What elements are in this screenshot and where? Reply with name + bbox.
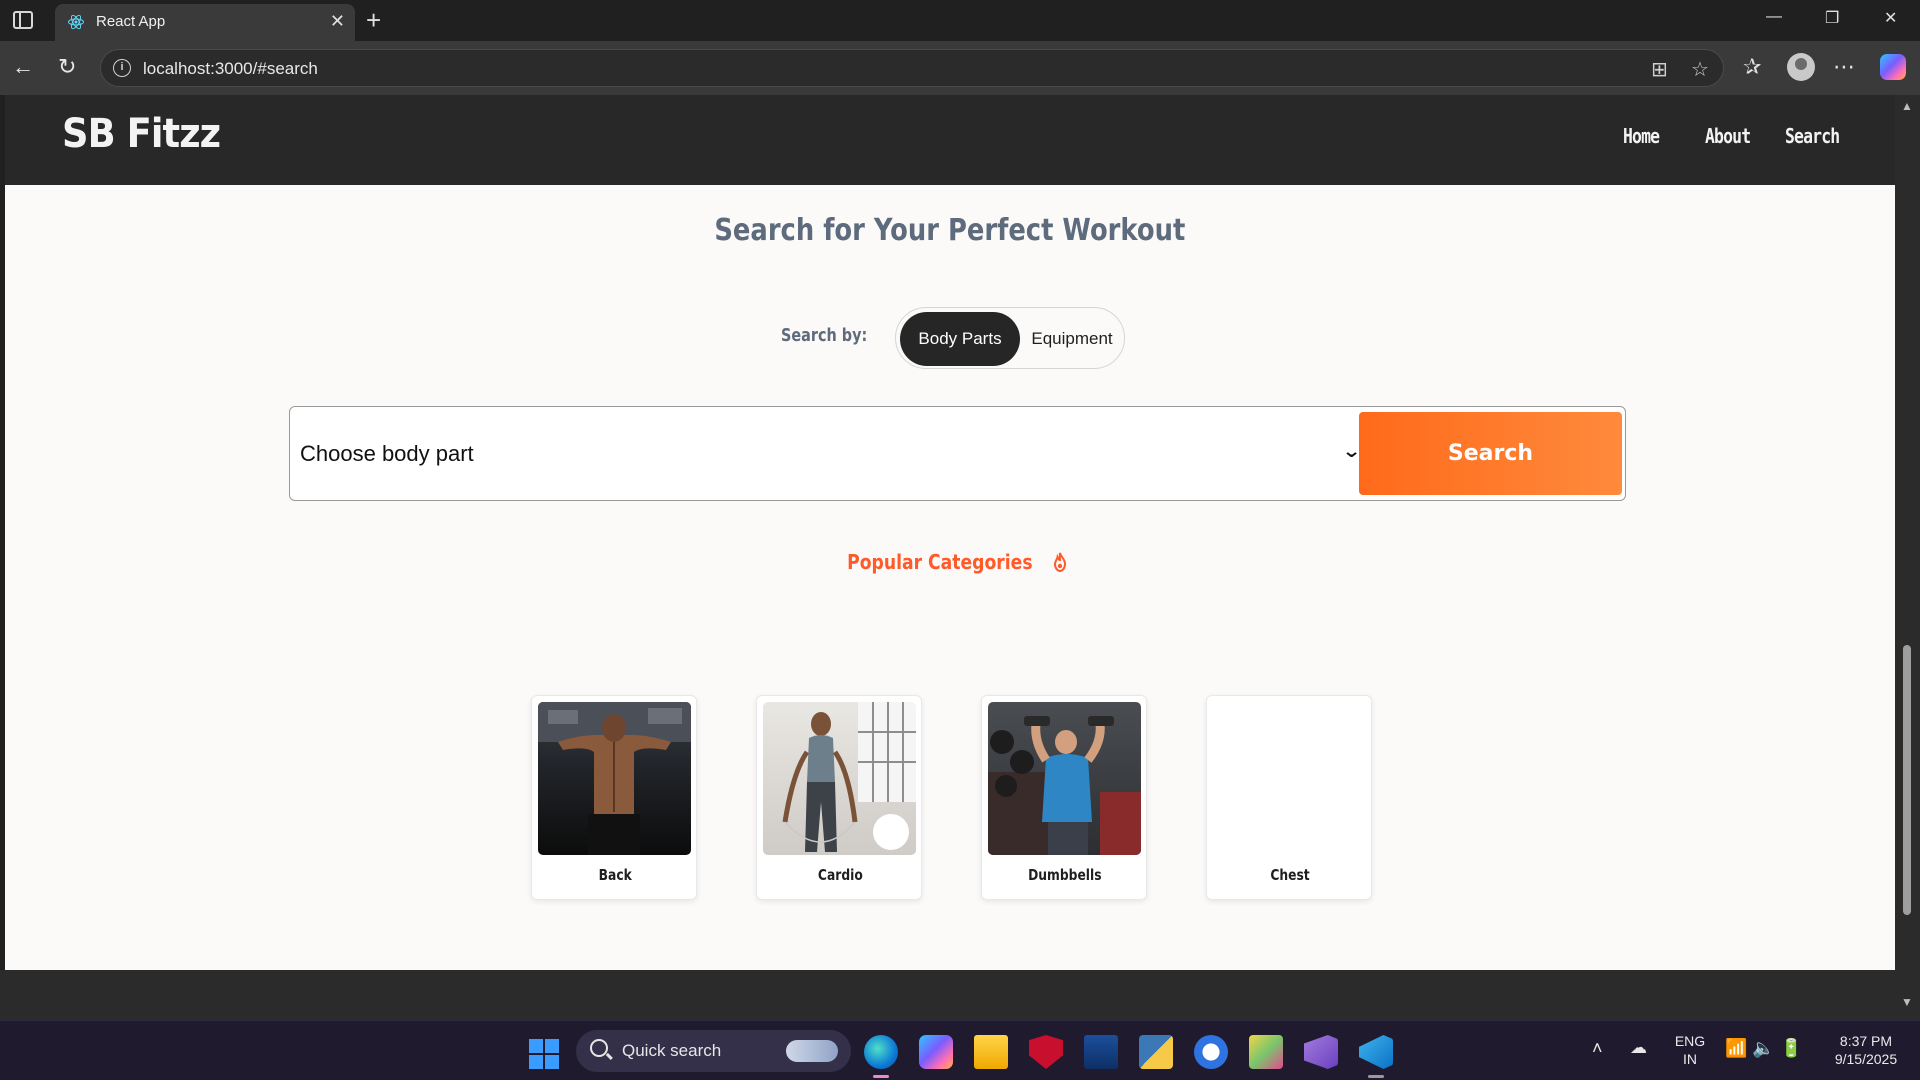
back-workout-image [538,702,691,855]
battery-icon[interactable]: 🔋 [1780,1038,1802,1059]
nav-about[interactable]: About [1705,124,1751,148]
search-by-label: Search by: [781,325,868,346]
windows-start-icon[interactable] [529,1039,559,1069]
edge-app-icon[interactable] [864,1035,898,1069]
chest-workout-image [1213,702,1366,855]
popular-categories-heading: Popular Categories [5,550,1895,574]
page-bottom-strip [0,970,1895,1020]
dumbbells-workout-image [988,702,1141,855]
taskbar-search-text: Quick search [622,1041,722,1060]
scroll-thumb[interactable] [1903,645,1911,915]
mcafee-icon[interactable] [1029,1035,1063,1069]
page-title: Search for Your Perfect Workout [714,213,1186,248]
scroll-up-icon[interactable]: ▲ [1901,99,1913,113]
body-part-select[interactable]: Choose body part [300,441,474,467]
file-explorer-icon[interactable] [974,1035,1008,1069]
toggle-body-parts[interactable]: Body Parts [900,312,1020,366]
dev-app-icon[interactable] [1084,1035,1118,1069]
running-app-indicator [1368,1075,1384,1078]
scroll-down-icon[interactable]: ▼ [1901,995,1913,1009]
fire-icon [1053,552,1066,572]
favorite-star-icon[interactable]: ☆ [1691,57,1709,82]
nav-home[interactable]: Home [1623,124,1660,148]
search-mode-toggle: Body Parts Equipment [895,307,1125,369]
favorites-icon[interactable]: ✰ [1743,53,1761,81]
paint-app-icon[interactable] [1249,1035,1283,1069]
language-indicator[interactable]: ENG IN [1668,1032,1712,1068]
app-available-icon[interactable]: ⊞ [1651,57,1668,82]
python-app-icon[interactable] [1139,1035,1173,1069]
more-options-icon[interactable]: ⋯ [1833,53,1855,81]
category-label: Chest [1270,866,1310,884]
browser-toolbar: ← ↻ i localhost:3000/#search ⊞ ☆ ✰ ⋯ [0,41,1920,95]
reload-icon[interactable]: ↻ [58,54,76,80]
show-hidden-icons-icon[interactable]: ˄ [1592,1038,1603,1059]
page-scrollbar[interactable]: ▲ ▼ [1895,95,1920,1020]
react-favicon-icon [68,14,84,30]
taskbar-search[interactable]: Quick search [576,1030,851,1072]
category-card-chest[interactable]: Chest [1206,695,1372,900]
copilot-icon[interactable] [1880,54,1906,80]
address-bar[interactable]: i localhost:3000/#search ⊞ ☆ [100,49,1724,87]
restore-icon[interactable]: ❐ [1825,8,1839,28]
cardio-workout-image [763,702,916,855]
vscode-icon[interactable] [1359,1035,1393,1069]
category-card-back[interactable]: Back [531,695,697,900]
minimize-icon[interactable]: — [1766,8,1782,26]
wifi-icon[interactable]: 📶 [1725,1038,1747,1059]
browser-titlebar: React App ✕ + — ❐ ✕ [0,0,1920,41]
toggle-equipment[interactable]: Equipment [1022,312,1122,366]
tab-title: React App [96,13,166,30]
search-form: Choose body part ⌄ Search [289,406,1626,501]
category-label: Back [598,866,632,884]
app-store-icon[interactable] [1194,1035,1228,1069]
tab-close-icon[interactable]: ✕ [330,11,345,31]
category-label: Cardio [817,866,863,884]
site-logo[interactable]: SB Fitzz [62,111,221,157]
active-app-indicator [873,1075,889,1078]
search-highlight-icon [786,1040,838,1062]
tab-actions-icon[interactable] [13,11,33,29]
url-text[interactable]: localhost:3000/#search [143,59,318,79]
taskbar: Quick search ˄ ☁ ENG IN 📶 🔈 🔋 8:37 PM 9/… [0,1020,1920,1080]
volume-icon[interactable]: 🔈 [1752,1038,1774,1059]
category-card-dumbbells[interactable]: Dumbbells [981,695,1147,900]
back-icon[interactable]: ← [12,54,34,80]
site-info-icon[interactable]: i [113,59,131,77]
browser-tab[interactable]: React App ✕ [55,4,355,41]
nav-search[interactable]: Search [1785,124,1840,148]
new-tab-icon[interactable]: + [366,5,381,35]
site-header: SB Fitzz Home About Search [5,95,1895,185]
clock[interactable]: 8:37 PM 9/15/2025 [1820,1032,1912,1068]
category-card-cardio[interactable]: Cardio [756,695,922,900]
search-icon [590,1039,608,1057]
copilot-app-icon[interactable] [919,1035,953,1069]
category-label: Dumbbells [1028,866,1102,884]
profile-avatar[interactable] [1787,53,1815,81]
window-close-icon[interactable]: ✕ [1884,8,1897,28]
search-button[interactable]: Search [1359,412,1622,495]
visual-studio-icon[interactable] [1304,1035,1338,1069]
page-viewport: SB Fitzz Home About Search Search for Yo… [5,95,1895,970]
onedrive-icon[interactable]: ☁ [1630,1038,1647,1058]
